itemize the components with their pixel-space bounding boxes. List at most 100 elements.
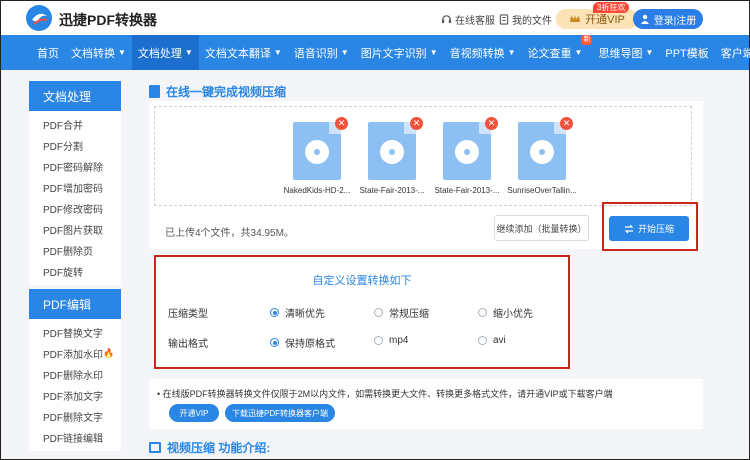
sidebar-list-pdf-edit: PDF替换文字 PDF添加水印 🔥 PDF删除水印 PDF添加文字 PDF删除文字 PDF… xyxy=(29,319,121,451)
sidebar-item-doc-4[interactable]: PDF修改密码 xyxy=(29,198,121,219)
caret-down-icon: ▼ xyxy=(574,48,583,57)
nav-item-8[interactable]: 思维导图 ▼ xyxy=(592,35,659,70)
remove-file-icon[interactable]: ✕ xyxy=(335,117,348,130)
file-drop-zone[interactable]: ✕ NakedKids-HD-2... ✕ State-Fair-2013-... ✕ S… xyxy=(154,106,692,206)
login-register-label: 登录|注册 xyxy=(653,15,697,27)
sidebar-item-doc-7[interactable]: PDF旋转 xyxy=(29,261,121,282)
top-bar: 迅捷PDF转换器 在线客服 我的文件 开通VIP 3折狂欢 登录|注册 xyxy=(1,1,749,35)
sidebar-item-edit-4[interactable]: PDF删除文字 xyxy=(29,406,121,427)
sidebar-item-label: PDF旋转 xyxy=(43,268,83,279)
caret-down-icon: ▼ xyxy=(273,48,282,57)
vip-button-label: 开通VIP xyxy=(585,14,625,26)
file-name: State-Fair-2013-... xyxy=(434,186,500,195)
nav-item-6[interactable]: 音视频转换 ▼ xyxy=(444,35,522,70)
intro-title-text: 视频压缩 功能介绍: xyxy=(167,441,271,455)
sidebar-item-edit-3[interactable]: PDF添加文字 xyxy=(29,385,121,406)
radio-button[interactable] xyxy=(374,336,383,345)
caret-down-icon: ▼ xyxy=(184,48,193,57)
document-icon xyxy=(149,85,160,98)
login-register-button[interactable]: 登录|注册 xyxy=(633,9,703,29)
start-compress-button[interactable]: 开始压缩 xyxy=(609,216,689,241)
continue-add-button[interactable]: 继续添加（批量转换） xyxy=(494,215,589,241)
uploaded-file[interactable]: ✕ NakedKids-HD-2... xyxy=(282,117,352,195)
sidebar-item-label: PDF分割 xyxy=(43,142,83,153)
nav-item-label: 语音识别 xyxy=(293,47,338,60)
new-badge: 新 xyxy=(581,35,593,45)
nav-item-label: 客户端 xyxy=(720,47,750,60)
nav-item-9[interactable]: PPT模板 xyxy=(659,35,714,70)
radio-button[interactable] xyxy=(478,308,487,317)
sidebar-item-doc-3[interactable]: PDF增加密码 xyxy=(29,177,121,198)
sidebar-item-doc-1[interactable]: PDF分割 xyxy=(29,135,121,156)
file-name: State-Fair-2013-... xyxy=(359,186,425,195)
radio-button[interactable] xyxy=(270,338,279,347)
sidebar-item-edit-2[interactable]: PDF删除水印 xyxy=(29,364,121,385)
uploaded-file[interactable]: ✕ State-Fair-2013-... xyxy=(432,117,502,195)
crown-icon xyxy=(570,15,581,22)
start-compress-label: 开始压缩 xyxy=(637,224,674,234)
nav-item-label: 论文查重 xyxy=(527,47,572,60)
nav-item-0[interactable]: 首页 xyxy=(31,35,65,70)
nav-item-10[interactable]: 客户端▼ xyxy=(715,35,750,70)
brand-logo-icon[interactable] xyxy=(25,4,53,32)
intro-title: 视频压缩 功能介绍: xyxy=(149,439,270,456)
open-vip-button[interactable]: 开通VIP xyxy=(169,404,219,422)
sidebar-item-edit-0[interactable]: PDF替换文字 xyxy=(29,322,121,343)
sidebar-item-doc-6[interactable]: PDF删除页 xyxy=(29,240,121,261)
compress-option-1[interactable]: 常规压缩 xyxy=(374,305,429,320)
video-file-icon xyxy=(518,122,566,180)
sidebar-item-label: PDF修改密码 xyxy=(43,205,103,216)
online-service-link[interactable]: 在线客服 xyxy=(441,12,495,27)
sidebar-item-doc-5[interactable]: PDF图片获取 xyxy=(29,219,121,240)
sidebar-item-doc-0[interactable]: PDF合并 xyxy=(29,114,121,135)
remove-file-icon[interactable]: ✕ xyxy=(485,117,498,130)
radio-button[interactable] xyxy=(270,308,279,317)
caret-down-icon: ▼ xyxy=(645,48,654,57)
notice-text: • 在线版PDF转换器转换文件仅限于2M以内文件，如需转换更大文件、转换更多格式… xyxy=(157,389,613,399)
download-client-button[interactable]: 下载迅捷PDF转换器客户端 xyxy=(225,404,335,422)
nav-item-label: 文档转换 xyxy=(71,47,115,60)
radio-button[interactable] xyxy=(374,308,383,317)
caret-down-icon: ▼ xyxy=(340,48,349,57)
my-files-link[interactable]: 我的文件 xyxy=(499,12,552,27)
nav-item-3[interactable]: 文档文本翻译 ▼ xyxy=(199,35,288,70)
sidebar-item-label: PDF增加密码 xyxy=(43,184,103,195)
sidebar-item-label: PDF合并 xyxy=(43,121,83,132)
format-option-2[interactable]: avi xyxy=(478,335,506,346)
nav-item-1[interactable]: 文档转换 ▼ xyxy=(65,35,132,70)
option-label: avi xyxy=(493,335,506,346)
remove-file-icon[interactable]: ✕ xyxy=(560,117,573,130)
file-icon xyxy=(499,14,509,25)
compress-option-0[interactable]: 清晰优先 xyxy=(270,305,325,320)
swap-icon xyxy=(624,224,634,233)
compress-option-2[interactable]: 缩小优先 xyxy=(478,305,533,320)
option-label: 保持原格式 xyxy=(285,339,335,350)
headset-icon xyxy=(441,15,452,24)
sidebar-item-label: PDF图片获取 xyxy=(43,226,103,237)
radio-button[interactable] xyxy=(478,336,487,345)
sidebar-item-edit-1[interactable]: PDF添加水印 🔥 xyxy=(29,343,121,364)
nav-item-7[interactable]: 论文查重 ▼ 新 xyxy=(522,35,593,70)
sidebar-item-doc-2[interactable]: PDF密码解除 xyxy=(29,156,121,177)
user-icon xyxy=(640,14,649,24)
option-label: 清晰优先 xyxy=(285,309,325,320)
brand-name[interactable]: 迅捷PDF转换器 xyxy=(59,10,157,30)
format-option-0[interactable]: 保持原格式 xyxy=(270,335,335,350)
option-label: mp4 xyxy=(389,335,409,346)
format-option-1[interactable]: mp4 xyxy=(374,335,408,346)
sidebar-item-edit-5[interactable]: PDF链接编辑 xyxy=(29,427,121,448)
uploaded-file[interactable]: ✕ SunriseOverTallin... xyxy=(507,117,577,195)
nav-item-label: 首页 xyxy=(37,47,59,60)
page-title-text: 在线一键完成视频压缩 xyxy=(166,85,287,99)
upload-summary: 已上传4个文件，共34.95M。 xyxy=(165,228,294,239)
uploaded-file[interactable]: ✕ State-Fair-2013-... xyxy=(357,117,427,195)
sidebar-item-label: PDF链接编辑 xyxy=(43,434,103,445)
remove-file-icon[interactable]: ✕ xyxy=(410,117,423,130)
nav-item-2[interactable]: 文档处理 ▼ xyxy=(131,35,199,70)
notice-message: 在线版PDF转换器转换文件仅限于2M以内文件，如需转换更大文件、转换更多格式文件… xyxy=(162,389,613,399)
sidebar-section-pdf-edit: PDF编辑 xyxy=(29,289,121,319)
compress-type-label: 压缩类型 xyxy=(168,309,208,320)
nav-item-4[interactable]: 语音识别 ▼ xyxy=(288,35,355,70)
nav-item-5[interactable]: 图片文字识别 ▼ xyxy=(355,35,444,70)
custom-settings-panel: 自定义设置转换如下 压缩类型 输出格式 清晰优先 常规压缩 缩小优先 保持原格式 mp… xyxy=(154,255,570,369)
